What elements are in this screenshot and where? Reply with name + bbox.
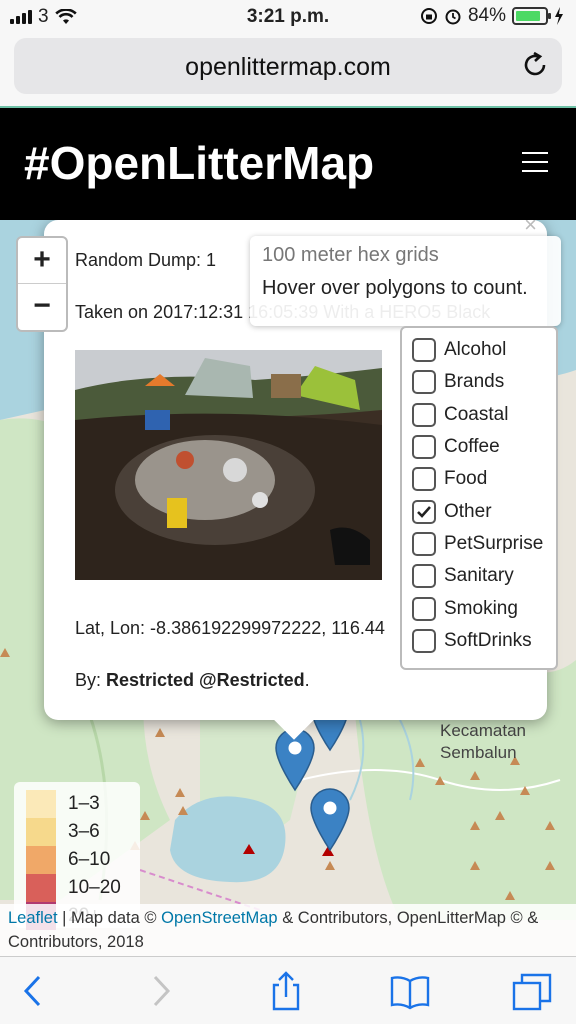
layer-option-food[interactable]: Food [412,463,546,495]
charging-icon [555,7,563,25]
map-attribution: Leaflet | Map data © OpenStreetMap & Con… [0,904,576,956]
legend-swatch [26,790,56,818]
info-title: 100 meter hex grids [262,244,439,266]
layer-label: Brands [444,371,505,393]
site-title[interactable]: #OpenLitterMap [24,136,374,190]
map[interactable]: Kecamatan Sembalun × Random Dump: 1 Take… [0,220,576,956]
layer-checkbox[interactable] [412,467,436,492]
layer-option-alcohol[interactable]: Alcohol [412,334,546,366]
layer-option-smoking[interactable]: Smoking [412,592,546,624]
layer-checkbox[interactable] [412,596,436,621]
layer-label: Coastal [444,403,509,425]
osm-link[interactable]: OpenStreetMap [161,909,277,927]
leaflet-link[interactable]: Leaflet [8,909,58,927]
zoom-in-button[interactable]: + [18,238,66,284]
layer-option-brands[interactable]: Brands [412,366,546,398]
legend-swatch [26,846,56,874]
author-name: Restricted @Restricted [106,670,305,690]
layer-label: Food [444,468,488,490]
battery-percent: 84% [467,5,506,26]
litter-photo [75,350,382,580]
layer-option-coffee[interactable]: Coffee [412,431,546,463]
layer-checkbox[interactable] [412,338,436,363]
legend-row: 1–3 [26,790,128,818]
zoom-out-button[interactable]: − [18,284,66,330]
url-text[interactable]: openlittermap.com [14,53,562,82]
menu-icon[interactable] [522,152,548,174]
layer-label: PetSurprise [444,532,544,554]
tabs-icon[interactable] [512,971,552,1011]
town-label: Kecamatan Sembalun [440,721,526,762]
alarm-icon [445,9,461,25]
layer-option-softdrinks[interactable]: SoftDrinks [412,625,546,657]
layer-label: Alcohol [444,339,507,361]
layer-checkbox[interactable] [412,564,436,589]
share-icon[interactable] [266,971,306,1011]
layer-option-other[interactable]: Other [412,495,546,527]
legend-row: 3–6 [26,818,128,846]
reload-icon[interactable] [520,50,550,80]
address-bar[interactable]: openlittermap.com [14,38,562,94]
layer-checkbox[interactable] [412,435,436,460]
legend-swatch [26,874,56,902]
legend-row: 6–10 [26,846,128,874]
layer-checkbox[interactable] [412,370,436,395]
author-text: By: Restricted @Restricted. [75,670,310,690]
zoom-control: + − [16,236,68,332]
layer-checkbox[interactable] [412,402,436,427]
hex-info-box: 100 meter hex grids Hover over polygons … [250,236,561,326]
info-subtitle: Hover over polygons to count. [262,277,528,299]
layer-label: Coffee [444,436,500,458]
layer-option-coastal[interactable]: Coastal [412,399,546,431]
battery-icon [512,7,551,25]
layer-option-petsurprise[interactable]: PetSurprise [412,528,546,560]
layer-option-sanitary[interactable]: Sanitary [412,560,546,592]
status-right: 84% [420,5,564,27]
back-icon[interactable] [14,971,54,1011]
checkmark-icon [417,505,431,518]
site-header: #OpenLitterMap [0,108,576,220]
layer-checkbox[interactable] [412,499,436,524]
latlon-text: Lat, Lon: -8.386192299972222, 116.44 [75,618,385,638]
legend-label: 10–20 [68,877,121,898]
forward-icon[interactable] [140,971,180,1011]
bookmarks-icon[interactable] [390,971,430,1011]
dump-label: Random Dump: 1 [75,250,217,270]
legend-swatch [26,818,56,846]
layer-label: SoftDrinks [444,629,532,651]
browser-toolbar [0,956,576,1024]
layer-label: Smoking [444,597,518,619]
legend-row: 10–20 [26,874,128,902]
layer-label: Sanitary [444,565,514,587]
legend-label: 6–10 [68,849,111,870]
layer-checkbox[interactable] [412,628,436,653]
status-bar: 3 3:21 p.m. 84% [0,0,576,34]
legend-label: 3–6 [68,821,100,842]
layer-checkbox[interactable] [412,531,436,556]
legend-label: 1–3 [68,793,100,814]
browser-chrome: openlittermap.com [0,34,576,108]
rotation-lock-icon [420,8,437,24]
layer-label: Other [444,500,492,522]
layer-control: Alcohol Brands Coastal Coffee Food Other PetSu… [400,326,558,670]
